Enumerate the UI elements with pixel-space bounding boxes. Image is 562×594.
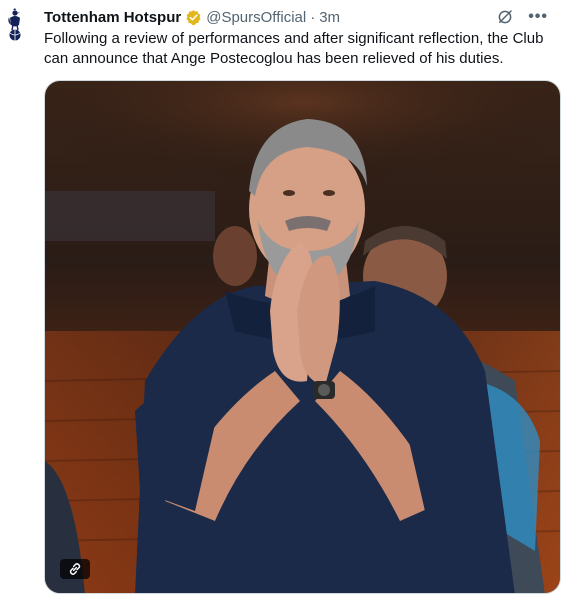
tweet-timestamp[interactable]: 3m (319, 9, 340, 26)
photo-illustration (45, 81, 560, 593)
author-name[interactable]: Tottenham Hotspur (44, 9, 181, 26)
more-icon[interactable]: ••• (528, 9, 548, 25)
separator-dot: · (310, 8, 316, 26)
verified-gold-badge-icon[interactable] (185, 9, 202, 26)
avatar[interactable] (4, 8, 26, 42)
spurs-crest-icon (8, 8, 21, 41)
tweet-text: Following a review of performances and a… (44, 30, 544, 67)
tweet-card[interactable]: Tottenham Hotspur @SpursOfficial · 3m ••… (0, 0, 562, 594)
tweet-header: Tottenham Hotspur @SpursOfficial · 3m ••… (44, 6, 548, 28)
grok-icon[interactable] (496, 8, 514, 26)
link-badge[interactable] (60, 559, 90, 579)
tweet-media-photo[interactable] (44, 80, 561, 594)
author-handle[interactable]: @SpursOfficial (206, 9, 306, 26)
link-icon (69, 563, 81, 575)
header-actions: ••• (496, 8, 548, 26)
